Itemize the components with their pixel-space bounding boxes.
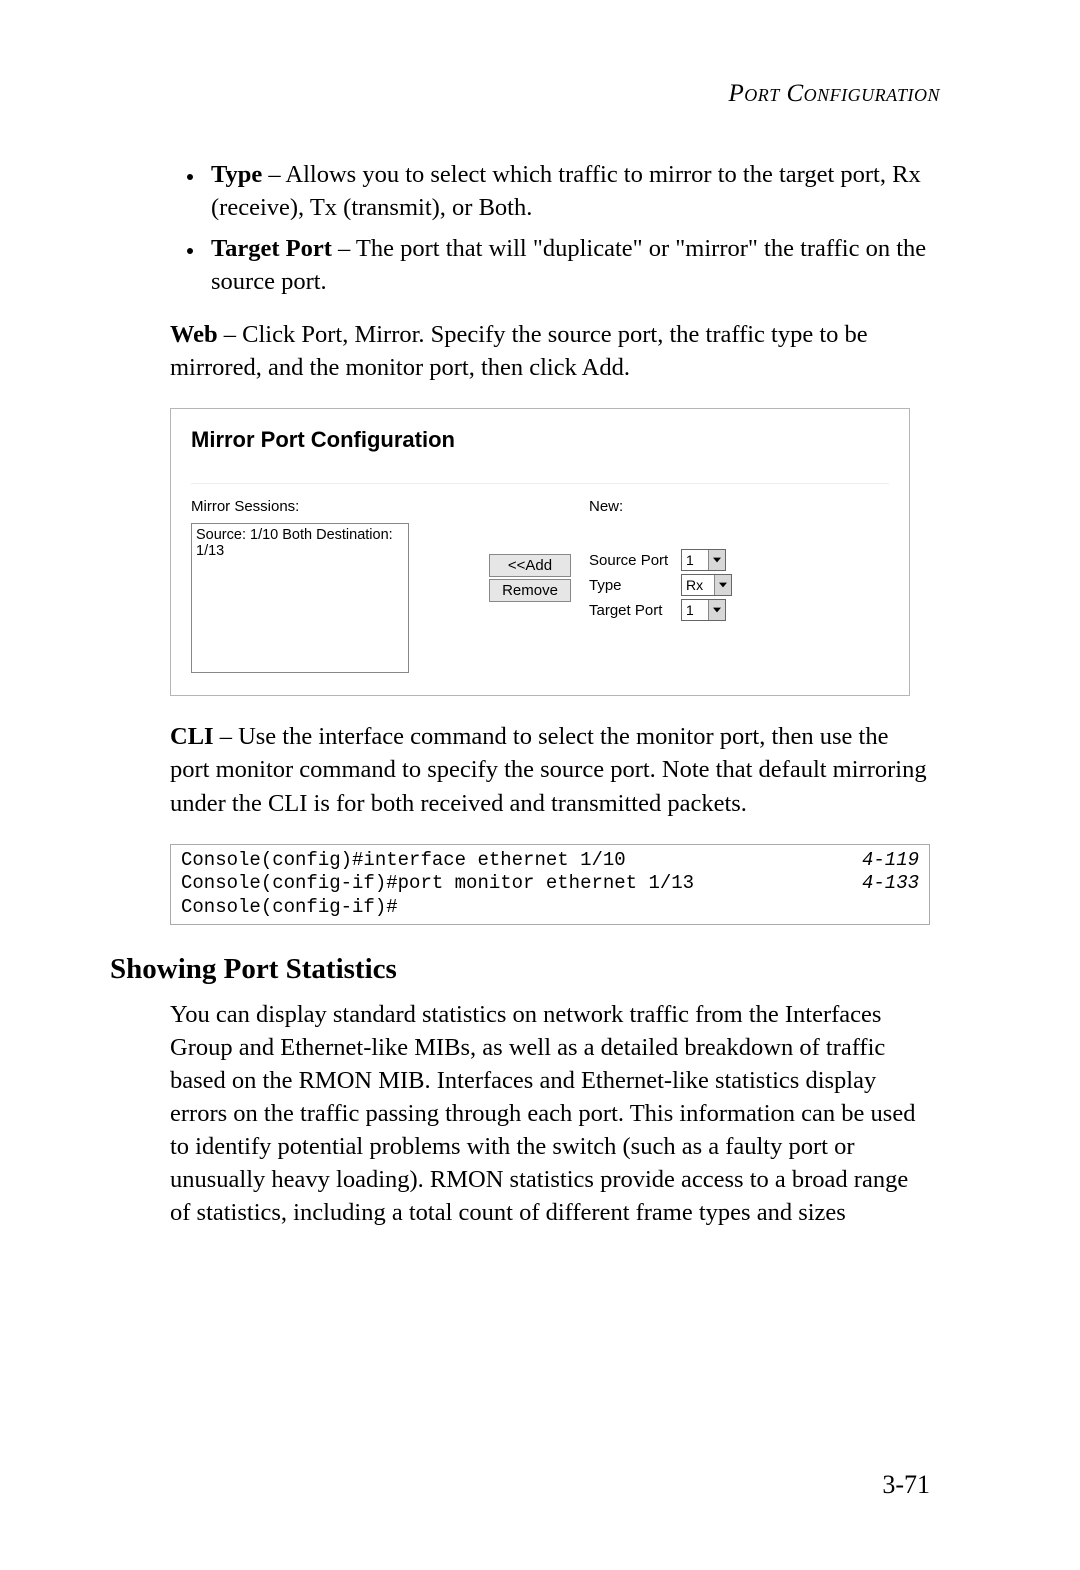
bullet-type-desc: – Allows you to select which traffic to … — [211, 161, 921, 221]
page-header: Port Configuration — [110, 80, 940, 108]
code-ref: 4-119 — [862, 849, 919, 873]
source-port-select[interactable]: 1 — [681, 549, 726, 571]
sessions-label: Mirror Sessions: — [191, 498, 451, 515]
remove-button[interactable]: Remove — [489, 579, 571, 602]
bullet-type: Type – Allows you to select which traffi… — [205, 158, 930, 224]
target-port-value: 1 — [686, 602, 708, 618]
page-number: 3-71 — [882, 1470, 930, 1500]
code-line: Console(config-if)# — [181, 896, 919, 920]
header-title: Port Configuration — [728, 80, 940, 107]
add-button[interactable]: <<Add — [489, 554, 571, 577]
chevron-down-icon — [708, 550, 725, 570]
cli-code-block: Console(config)#interface ethernet 1/10 … — [170, 844, 930, 925]
section-heading: Showing Port Statistics — [110, 953, 930, 986]
web-rest: – Click Port, Mirror. Specify the source… — [170, 321, 868, 381]
target-port-label: Target Port — [589, 602, 681, 619]
sessions-listbox[interactable]: Source: 1/10 Both Destination: 1/13 — [191, 523, 409, 673]
section-text: You can display standard statistics on n… — [170, 998, 930, 1229]
source-port-label: Source Port — [589, 552, 681, 569]
chevron-down-icon — [708, 600, 725, 620]
mirror-port-panel: Mirror Port Configuration Mirror Session… — [170, 408, 910, 696]
cli-paragraph: CLI – Use the interface command to selec… — [170, 720, 930, 819]
code-cmd: Console(config)#interface ethernet 1/10 — [181, 849, 626, 873]
web-lead: Web — [170, 321, 218, 348]
type-select[interactable]: Rx — [681, 574, 732, 596]
cli-lead: CLI — [170, 723, 214, 750]
web-paragraph: Web – Click Port, Mirror. Specify the so… — [170, 318, 930, 384]
target-port-select[interactable]: 1 — [681, 599, 726, 621]
type-value: Rx — [686, 577, 714, 593]
bullet-target-term: Target Port — [211, 235, 332, 262]
bullet-type-term: Type — [211, 161, 262, 188]
source-port-value: 1 — [686, 552, 708, 568]
field-bullets: Type – Allows you to select which traffi… — [170, 158, 930, 298]
code-cmd: Console(config-if)#port monitor ethernet… — [181, 872, 694, 896]
code-line: Console(config)#interface ethernet 1/10 … — [181, 849, 919, 873]
code-line: Console(config-if)#port monitor ethernet… — [181, 872, 919, 896]
cli-rest: – Use the interface command to select th… — [170, 723, 927, 816]
code-ref: 4-133 — [862, 872, 919, 896]
code-cmd: Console(config-if)# — [181, 896, 398, 920]
new-label: New: — [589, 498, 889, 515]
type-label: Type — [589, 577, 681, 594]
bullet-target-port: Target Port – The port that will "duplic… — [205, 232, 930, 298]
panel-title: Mirror Port Configuration — [191, 427, 889, 453]
session-item[interactable]: Source: 1/10 Both Destination: 1/13 — [196, 527, 404, 559]
chevron-down-icon — [714, 575, 731, 595]
